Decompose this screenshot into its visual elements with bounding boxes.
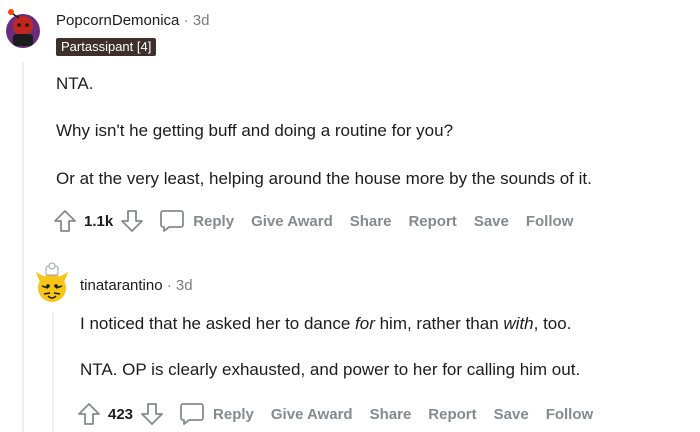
downvote-arrow-icon — [121, 210, 144, 232]
emphasis-for: for — [355, 314, 375, 333]
reply-paragraph-1: I noticed that he asked her to dance for… — [80, 313, 571, 335]
report-button[interactable]: Report — [428, 406, 476, 423]
comment-actions-1: 1.1k Reply Give Award Share Report Save … — [52, 208, 573, 234]
reply-paragraph-2: NTA. OP is clearly exhausted, and power … — [80, 360, 581, 379]
thread-line[interactable] — [22, 62, 24, 432]
give-award-button[interactable]: Give Award — [271, 406, 353, 423]
follow-button[interactable]: Follow — [546, 406, 594, 423]
comment-paragraph-3: Or at the very least, helping around the… — [56, 169, 592, 188]
share-button[interactable]: Share — [370, 406, 412, 423]
avatar-tinatarantino[interactable] — [32, 262, 72, 308]
share-button[interactable]: Share — [350, 213, 392, 230]
reply-button[interactable]: Reply — [159, 209, 234, 233]
upvote-arrow-icon — [54, 210, 76, 232]
speech-bubble-icon — [159, 209, 185, 233]
comment-actions-2: 423 Reply Give Award Share Report Save F… — [76, 401, 593, 427]
avatar-popcorndemonica[interactable] — [4, 6, 42, 50]
upvote-button[interactable] — [76, 401, 102, 427]
text-run: , too. — [533, 314, 572, 333]
reply-label: Reply — [213, 405, 254, 423]
speech-bubble-icon — [179, 402, 205, 426]
follow-button[interactable]: Follow — [526, 213, 574, 230]
timestamp[interactable]: 3d — [193, 12, 210, 29]
comment-author-1[interactable]: PopcornDemonica · 3d — [56, 12, 209, 29]
reply-button[interactable]: Reply — [179, 402, 254, 426]
username[interactable]: tinatarantino — [80, 277, 163, 294]
thread-line-nested[interactable] — [52, 312, 54, 432]
meta-separator: · — [183, 12, 189, 29]
save-button[interactable]: Save — [494, 406, 529, 423]
give-award-button[interactable]: Give Award — [251, 213, 333, 230]
comment-paragraph-2: Why isn't he getting buff and doing a ro… — [56, 121, 454, 140]
username[interactable]: PopcornDemonica — [56, 12, 179, 29]
timestamp[interactable]: 3d — [176, 277, 193, 294]
text-run: I noticed that he asked her to dance — [80, 314, 356, 333]
meta-separator: · — [166, 277, 172, 294]
downvote-arrow-icon — [141, 403, 163, 425]
comment-author-2[interactable]: tinatarantino · 3d — [80, 277, 193, 294]
user-flair: Partassipant [4] — [56, 38, 157, 56]
comment-paragraph-1: NTA. — [56, 74, 94, 93]
save-button[interactable]: Save — [474, 213, 509, 230]
vote-score: 423 — [108, 405, 134, 423]
upvote-button[interactable] — [52, 208, 78, 234]
emphasis-with: with — [503, 314, 534, 333]
vote-score: 1.1k — [84, 212, 114, 230]
upvote-arrow-icon — [78, 403, 100, 425]
reply-label: Reply — [193, 212, 235, 230]
report-button[interactable]: Report — [408, 213, 456, 230]
downvote-button[interactable] — [139, 401, 165, 427]
downvote-button[interactable] — [119, 208, 145, 234]
text-run: him, rather than — [374, 314, 504, 333]
